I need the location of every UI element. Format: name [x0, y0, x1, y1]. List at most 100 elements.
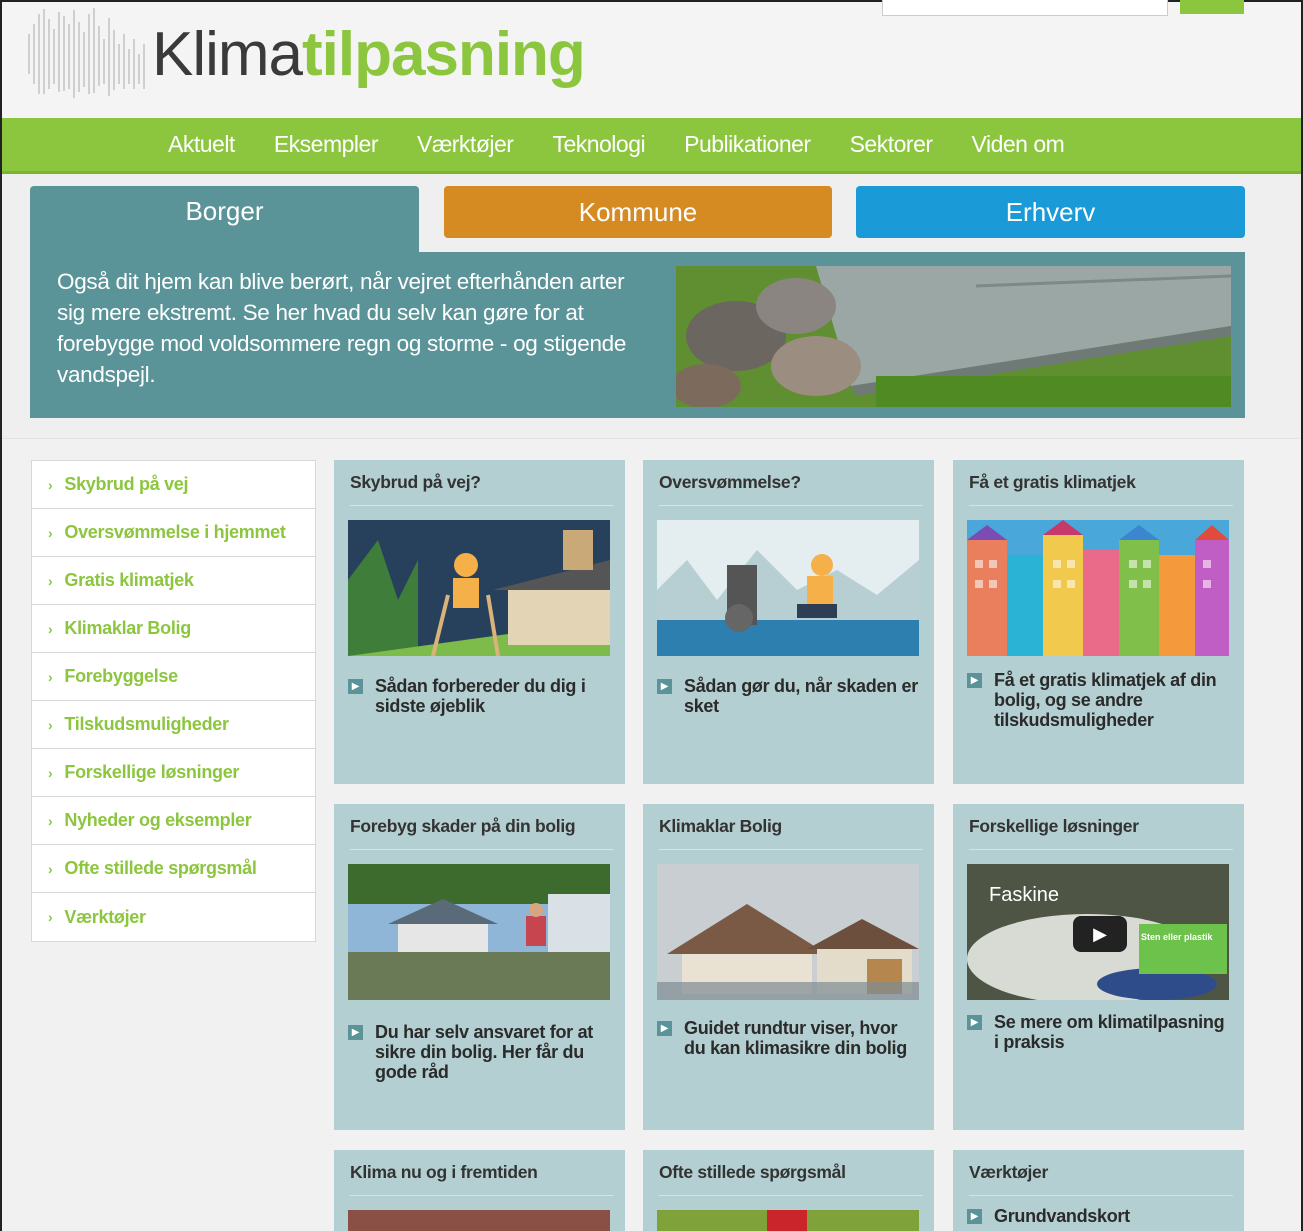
sidebar-item-label: Skybrud på vej [64, 474, 189, 494]
nav-item-aktuelt[interactable]: Aktuelt [168, 131, 235, 158]
sidebar-item-nyheder[interactable]: › Nyheder og eksempler [32, 797, 315, 845]
sidebar-item-forebyggelse[interactable]: › Forebyggelse [32, 653, 315, 701]
card-link-text: Sådan gør du, når skaden er sket [684, 676, 918, 716]
nav-item-teknologi[interactable]: Teknologi [552, 131, 645, 158]
sidebar-item-skybrud[interactable]: › Skybrud på vej [32, 461, 315, 509]
chevron-right-icon: › [48, 764, 53, 781]
card-title: Klima nu og i fremtiden [350, 1162, 614, 1196]
hero-image [676, 266, 1231, 407]
sidebar-item-label: Oversvømmelse i hjemmet [64, 522, 286, 542]
card-image-faq[interactable] [657, 1210, 919, 1231]
arrow-right-icon: ▶ [967, 1015, 982, 1030]
card-title: Ofte stillede spørgsmål [659, 1162, 923, 1196]
card-forebyg: Forebyg skader på din bolig ▶ Du har selv… [334, 804, 625, 1130]
card-link-text: Sådan forbereder du dig i sidste øjeblik [375, 676, 586, 716]
chevron-right-icon: › [48, 909, 53, 925]
chevron-right-icon: › [48, 812, 53, 829]
card-link[interactable]: ▶ Sådan forbereder du dig i sidste øjebli… [348, 676, 610, 716]
card-image-klimaklar[interactable] [657, 864, 919, 1000]
card-link[interactable]: ▶ Sådan gør du, når skaden er sket [657, 676, 919, 716]
tab-kommune[interactable]: Kommune [444, 186, 832, 238]
arrow-right-icon: ▶ [348, 1025, 363, 1040]
nav-item-publikationer[interactable]: Publikationer [684, 131, 811, 158]
chevron-right-icon: › [48, 716, 53, 733]
chevron-right-icon: › [48, 476, 53, 493]
sidebar-menu: › Skybrud på vej › Oversvømmelse i hjemmet… [31, 460, 316, 942]
sidebar-item-label: Forskellige løsninger [64, 762, 240, 782]
tab-erhverv[interactable]: Erhverv [856, 186, 1245, 238]
nav-item-viden-om[interactable]: Viden om [972, 131, 1065, 158]
hero-panel: Også dit hjem kan blive berørt, når vejr… [30, 252, 1245, 418]
card-link[interactable]: ▶ Grundvandskort [967, 1206, 1229, 1226]
card-link[interactable]: ▶ Du har selv ansvaret for at sikre din b… [348, 1022, 610, 1082]
video-title: Faskine [989, 884, 1060, 906]
card-title: Forskellige løsninger [969, 816, 1233, 850]
arrow-right-icon: ▶ [348, 679, 363, 694]
sidebar-item-label: Klimaklar Bolig [64, 618, 191, 638]
chevron-right-icon: › [48, 620, 53, 637]
tab-kommune-label: Kommune [578, 196, 698, 227]
card-title: Oversvømmelse? [659, 472, 923, 506]
card-link[interactable]: ▶ Se mere om klimatilpasning i praksis [967, 1012, 1229, 1052]
sidebar-item-vaerktojer[interactable]: › Værktøjer [32, 893, 315, 941]
sidebar-item-label: Tilskudsmuligheder [64, 714, 229, 734]
video-thumbnail[interactable]: Faskine Sten eller plastik ▶ [967, 864, 1229, 1000]
card-link-text: Grundvandskort [994, 1206, 1130, 1226]
card-link[interactable]: ▶ Guidet rundtur viser, hvor du kan klima… [657, 1018, 919, 1058]
chevron-right-icon: › [48, 860, 53, 877]
card-oversvommelse: Oversvømmelse? ▶ Sådan gør du, når skaden… [643, 460, 934, 784]
arrow-right-icon: ▶ [657, 1021, 672, 1036]
card-image-klima-nu[interactable] [348, 1210, 610, 1231]
tab-borger[interactable]: Borger [30, 186, 419, 254]
tab-borger-label: Borger [185, 195, 264, 226]
card-klimatjek: Få et gratis klimatjek ▶ Få et gratis kli… [953, 460, 1244, 784]
card-image-faq-detail [767, 1210, 807, 1231]
card-link-text: Se mere om klimatilpasning i praksis [994, 1012, 1225, 1052]
sidebar-item-klimatjek[interactable]: › Gratis klimatjek [32, 557, 315, 605]
card-klima-nu: Klima nu og i fremtiden [334, 1150, 625, 1231]
chevron-right-icon: › [48, 572, 53, 589]
card-link-text: Få et gratis klimatjek af din bolig, og … [994, 670, 1217, 730]
sidebar-item-label: Forebyggelse [64, 666, 178, 686]
card-faq: Ofte stillede spørgsmål [643, 1150, 934, 1231]
sidebar-item-losninger[interactable]: › Forskellige løsninger [32, 749, 315, 797]
play-button-icon[interactable]: ▶ [1073, 916, 1127, 952]
arrow-right-icon: ▶ [657, 679, 672, 694]
logo-text-tilpasning: tilpasning [302, 20, 586, 89]
card-link-text: Guidet rundtur viser, hvor du kan klimas… [684, 1018, 907, 1058]
sidebar-item-faq[interactable]: › Ofte stillede spørgsmål [32, 845, 315, 893]
card-link[interactable]: ▶ Få et gratis klimatjek af din bolig, og… [967, 670, 1229, 730]
card-losninger: Forskellige løsninger Faskine Sten eller… [953, 804, 1244, 1130]
video-badge: Sten eller plastik [1141, 932, 1213, 942]
chevron-right-icon: › [48, 524, 53, 541]
card-title: Skybrud på vej? [350, 472, 614, 506]
card-vaerktojer: Værktøjer ▶ Grundvandskort [953, 1150, 1244, 1231]
site-logo[interactable]: Klimatilpasning [152, 24, 586, 86]
sidebar-item-tilskud[interactable]: › Tilskudsmuligheder [32, 701, 315, 749]
card-image-klimatjek[interactable] [967, 520, 1229, 656]
sidebar-item-klimaklar[interactable]: › Klimaklar Bolig [32, 605, 315, 653]
nav-item-eksempler[interactable]: Eksempler [274, 131, 379, 158]
nav-item-vaerktojer[interactable]: Værktøjer [417, 131, 514, 158]
search-input[interactable] [882, 0, 1168, 16]
card-image-oversvommelse[interactable] [657, 520, 919, 656]
card-image-forebyg[interactable] [348, 864, 610, 1000]
logo-text-klima: Klima [152, 20, 303, 89]
sidebar-item-label: Nyheder og eksempler [64, 810, 252, 830]
card-link-text: Du har selv ansvaret for at sikre din bo… [375, 1022, 593, 1082]
sidebar-item-label: Værktøjer [64, 906, 146, 927]
hero-text: Også dit hjem kan blive berørt, når vejr… [57, 269, 627, 387]
card-klimaklar: Klimaklar Bolig ▶ Guidet rundtur viser, h… [643, 804, 934, 1130]
card-image-skybrud[interactable] [348, 520, 610, 656]
card-title: Klimaklar Bolig [659, 816, 923, 850]
card-title: Få et gratis klimatjek [969, 472, 1233, 506]
sidebar-item-label: Ofte stillede spørgsmål [64, 858, 257, 878]
sidebar-item-oversvommelse[interactable]: › Oversvømmelse i hjemmet [32, 509, 315, 557]
search-button[interactable] [1180, 0, 1244, 14]
main-nav: Aktuelt Eksempler Værktøjer Teknologi Pu… [2, 118, 1301, 174]
site-header: Klimatilpasning [2, 0, 1301, 118]
arrow-right-icon: ▶ [967, 1209, 982, 1224]
card-skybrud: Skybrud på vej? ▶ Sådan forbereder du dig… [334, 460, 625, 784]
nav-item-sektorer[interactable]: Sektorer [850, 131, 933, 158]
card-title: Værktøjer [969, 1162, 1233, 1196]
